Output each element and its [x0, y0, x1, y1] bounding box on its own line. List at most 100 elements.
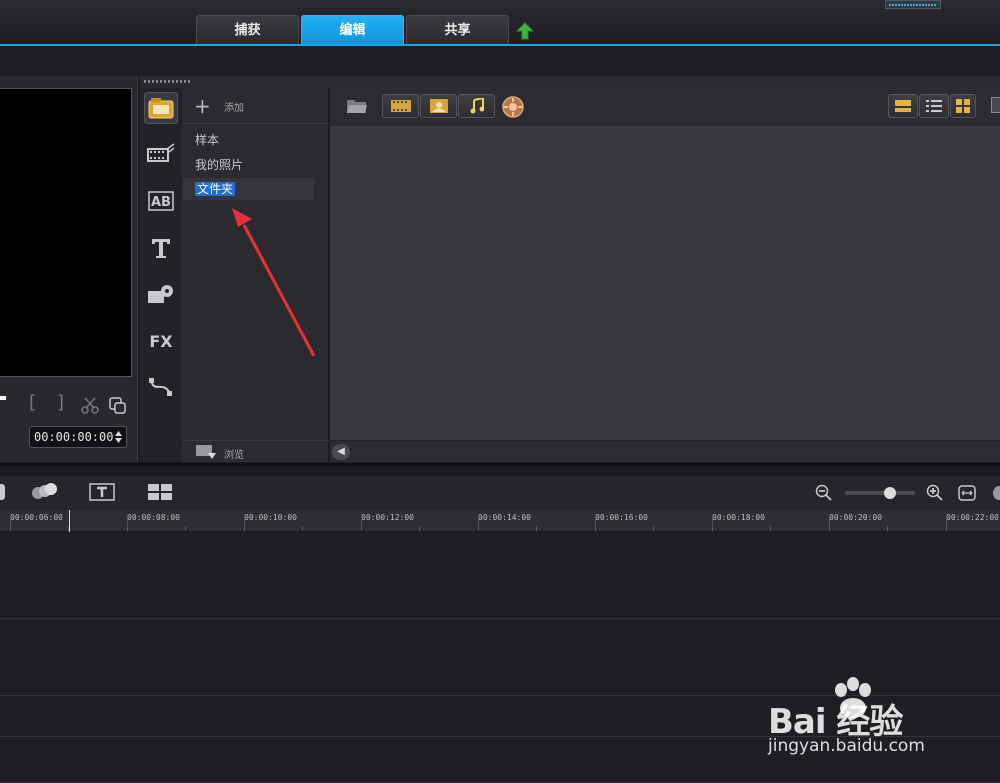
browse-label[interactable]: 浏览: [224, 446, 244, 461]
timecode-input[interactable]: 00:00:00:00: [29, 426, 127, 448]
sort-icon[interactable]: [991, 97, 1000, 113]
tab-edit[interactable]: 编辑: [301, 15, 404, 45]
photo-icon: [429, 99, 448, 113]
ruler-minor-tick: [302, 526, 303, 531]
title-ab-icon[interactable]: AB: [144, 185, 178, 217]
transition-icon[interactable]: [144, 138, 178, 170]
library-content-area[interactable]: ◀: [330, 88, 1000, 462]
top-bar: 捕获 编辑 共享: [0, 0, 1000, 46]
ruler-minor-tick: [419, 526, 420, 531]
add-folder-label[interactable]: 添加: [224, 99, 244, 114]
media-icon[interactable]: [144, 92, 178, 124]
music-note-icon: [470, 98, 484, 114]
tab-capture[interactable]: 捕获: [196, 15, 299, 45]
grid-view-icon: [956, 99, 970, 113]
list-view-icon: [926, 100, 942, 112]
ruler-minor-tick: [185, 526, 186, 531]
video-editor-window: 捕获 编辑 共享 [ ] 00:00:00:00 AB FX + 添加 样本 我…: [0, 0, 1000, 783]
ruler-major-tick: [361, 517, 362, 531]
tab-share[interactable]: 共享: [406, 15, 509, 45]
folder-item-folder[interactable]: 文件夹: [183, 178, 314, 200]
scrubber-marker[interactable]: [0, 396, 6, 400]
film-icon: [390, 100, 411, 112]
library-category-bar: AB FX: [140, 88, 182, 462]
library-folder-panel: + 添加 样本 我的照片 文件夹 浏览: [182, 88, 329, 462]
text-t-icon[interactable]: [144, 232, 178, 264]
add-folder-row[interactable]: + 添加: [182, 88, 329, 124]
timecode-value: 00:00:00:00: [34, 430, 114, 444]
zoom-slider-knob[interactable]: [884, 487, 896, 499]
video-track[interactable]: [0, 533, 1000, 619]
scissors-icon[interactable]: [81, 396, 99, 414]
ruler-major-tick: [829, 517, 830, 531]
view-grid-button[interactable]: [950, 94, 976, 118]
zoom-out-icon[interactable]: [815, 484, 833, 502]
mark-out-icon[interactable]: ]: [57, 392, 64, 413]
library-scrollbar[interactable]: ◀: [330, 440, 1000, 462]
timeline-gap: [0, 466, 1000, 476]
view-list-button[interactable]: [919, 94, 949, 118]
zoom-in-icon[interactable]: [926, 484, 944, 502]
show-audio-button[interactable]: [458, 94, 495, 118]
ruler-minor-tick: [653, 526, 654, 531]
svg-text:AB: AB: [151, 195, 171, 210]
folder-name-editing[interactable]: 文件夹: [195, 182, 236, 196]
zoom-slider-track[interactable]: [845, 491, 915, 495]
library-toolbar: [330, 88, 1000, 126]
timecode-spinner-icon[interactable]: [114, 429, 123, 445]
ruler-major-tick: [712, 517, 713, 531]
ruler-major-tick: [244, 517, 245, 531]
plus-icon[interactable]: +: [194, 94, 211, 118]
ruler-major-tick: [478, 517, 479, 531]
ruler-label: 00:00:20:00: [829, 513, 882, 522]
ruler-minor-tick: [536, 526, 537, 531]
fit-project-icon[interactable]: [958, 485, 976, 501]
multi-view-icon[interactable]: [148, 484, 172, 500]
timeline-ruler[interactable]: 00:00:06:00 00:00:08:00 00:00:10:00 00:0…: [0, 510, 1000, 532]
fx-icon[interactable]: FX: [144, 325, 178, 357]
library-grip[interactable]: [140, 76, 1000, 88]
scroll-left-icon[interactable]: ◀: [332, 444, 350, 460]
ruler-label: 00:00:22:00: [946, 513, 999, 522]
title-track[interactable]: [0, 697, 1000, 737]
ruler-major-tick: [946, 517, 947, 531]
import-media-icon[interactable]: [502, 96, 524, 118]
enlarge-preview-icon[interactable]: [109, 397, 127, 415]
overlay-track[interactable]: [0, 620, 1000, 696]
ruler-label: 00:00:12:00: [361, 513, 414, 522]
ruler-label: 00:00:08:00: [127, 513, 180, 522]
playhead[interactable]: [69, 510, 70, 532]
ruler-minor-tick: [887, 526, 888, 531]
settings-dot-icon[interactable]: [993, 486, 1000, 500]
view-thumbnail-button[interactable]: [888, 94, 918, 118]
folder-item-samples[interactable]: 样本: [183, 129, 314, 151]
ruler-label: 00:00:18:00: [712, 513, 765, 522]
upload-arrow-icon[interactable]: [516, 22, 534, 40]
storyboard-view-icon[interactable]: [0, 484, 5, 500]
audio-track[interactable]: [0, 738, 1000, 783]
title-track-icon[interactable]: [89, 483, 115, 501]
mark-in-icon[interactable]: [: [29, 392, 36, 413]
preview-screen[interactable]: [0, 88, 132, 377]
browse-icon[interactable]: [195, 444, 217, 460]
show-videos-button[interactable]: [382, 94, 419, 118]
ruler-major-tick: [10, 517, 11, 531]
preview-panel: [ ] 00:00:00:00: [0, 76, 138, 462]
path-icon[interactable]: [144, 371, 178, 403]
ruler-label: 00:00:16:00: [595, 513, 648, 522]
thumbnail-view-icon: [895, 100, 911, 112]
track-manager-icon[interactable]: [30, 482, 58, 502]
folder-item-my-photos[interactable]: 我的照片: [183, 154, 314, 176]
ruler-label: 00:00:14:00: [478, 513, 531, 522]
ruler-label: 00:00:10:00: [244, 513, 297, 522]
graphics-icon[interactable]: [144, 278, 178, 310]
ruler-major-tick: [127, 517, 128, 531]
toolbar-strip: [0, 46, 1000, 74]
ruler-minor-tick: [770, 526, 771, 531]
ruler-label: 00:00:06:00: [10, 513, 63, 522]
audio-meter: [885, 0, 941, 9]
ruler-major-tick: [595, 517, 596, 531]
browse-row[interactable]: 浏览: [182, 440, 329, 462]
show-photos-button[interactable]: [420, 94, 457, 118]
open-folder-icon[interactable]: [346, 97, 368, 115]
